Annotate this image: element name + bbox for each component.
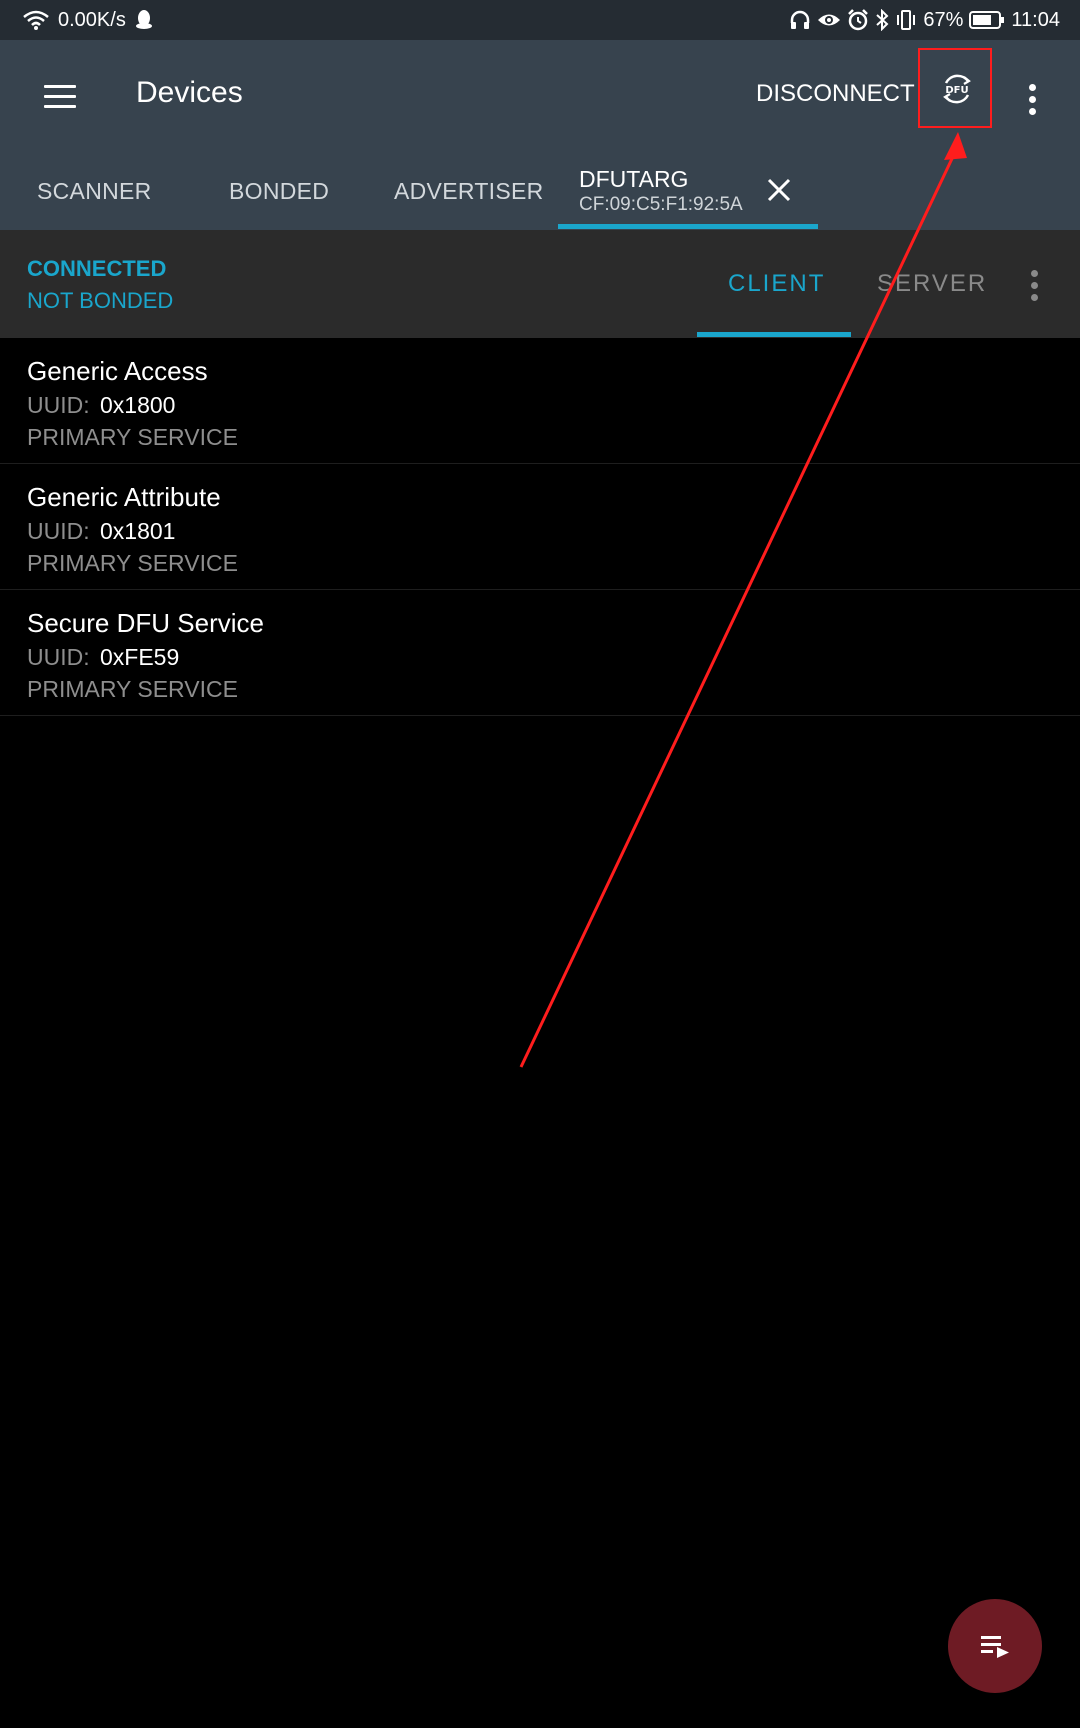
status-bar: 0.00K/s 67% 11:04 <box>0 0 1080 40</box>
service-name: Generic Attribute <box>27 482 221 512</box>
headphones-icon <box>789 9 811 31</box>
tab-bonded[interactable]: BONDED <box>229 152 329 230</box>
alarm-icon <box>847 9 869 31</box>
service-type: PRIMARY SERVICE <box>27 550 238 576</box>
list-item[interactable]: Generic Access UUID: 0x1800 PRIMARY SERV… <box>0 338 1080 464</box>
uuid-label: UUID: <box>27 392 90 418</box>
bluetooth-icon <box>875 9 889 31</box>
battery-percent: 67% <box>923 8 964 31</box>
close-icon[interactable] <box>764 175 794 205</box>
dot <box>1031 294 1038 301</box>
uuid-label: UUID: <box>27 644 90 670</box>
qq-icon <box>134 9 154 31</box>
menu-button[interactable] <box>36 72 84 120</box>
disconnect-button[interactable]: DISCONNECT <box>756 80 915 108</box>
dot <box>1029 108 1036 115</box>
tab-indicator <box>558 224 818 229</box>
menu-icon-line <box>44 104 76 108</box>
battery-icon <box>969 10 1005 30</box>
service-type: PRIMARY SERVICE <box>27 676 238 702</box>
tab-server[interactable]: SERVER <box>877 230 987 338</box>
device-name: DFUTARG <box>579 166 689 192</box>
menu-icon-line <box>44 94 76 98</box>
connection-status: CONNECTED <box>27 256 167 281</box>
dot <box>1029 84 1036 91</box>
dfu-icon-text: DFU <box>945 85 968 96</box>
dot <box>1029 96 1036 103</box>
page-title: Devices <box>136 76 243 109</box>
uuid-value: 0x1801 <box>100 518 176 544</box>
bond-status: NOT BONDED <box>27 288 174 313</box>
uuid-label: UUID: <box>27 518 90 544</box>
status-right: 67% 11:04 <box>789 0 1060 40</box>
service-name: Generic Access <box>27 356 208 386</box>
tab-strip: SCANNER BONDED ADVERTISER DFUTARG CF:09:… <box>0 152 1080 230</box>
uuid-value: 0xFE59 <box>100 644 180 670</box>
dot <box>1031 270 1038 277</box>
status-left: 0.00K/s <box>22 0 154 40</box>
wifi-icon <box>22 9 50 31</box>
list-item[interactable]: Secure DFU Service UUID: 0xFE59 PRIMARY … <box>0 590 1080 716</box>
app-overflow-button[interactable] <box>1020 80 1044 120</box>
connection-bar: CONNECTED NOT BONDED CLIENT SERVER <box>0 230 1080 338</box>
device-mac: CF:09:C5:F1:92:5A <box>579 194 743 215</box>
service-list: Generic Access UUID: 0x1800 PRIMARY SERV… <box>0 338 1080 716</box>
tab-scanner[interactable]: SCANNER <box>37 152 152 230</box>
dot <box>1031 282 1038 289</box>
uuid-value: 0x1800 <box>100 392 176 418</box>
service-type: PRIMARY SERVICE <box>27 424 238 450</box>
clock: 11:04 <box>1011 8 1060 31</box>
tab-advertiser[interactable]: ADVERTISER <box>394 152 544 230</box>
subtab-indicator <box>697 332 851 337</box>
network-speed: 0.00K/s <box>58 8 126 31</box>
list-item[interactable]: Generic Attribute UUID: 0x1801 PRIMARY S… <box>0 464 1080 590</box>
tab-client[interactable]: CLIENT <box>728 230 825 338</box>
tab-device[interactable]: DFUTARG CF:09:C5:F1:92:5A <box>558 152 818 230</box>
menu-icon-line <box>44 84 76 88</box>
dfu-button[interactable]: DFU <box>918 48 992 128</box>
connection-overflow-button[interactable] <box>1027 266 1043 306</box>
log-fab-button[interactable] <box>948 1599 1042 1693</box>
app-bar: Devices DISCONNECT DFU <box>0 40 1080 152</box>
eye-icon <box>817 10 841 30</box>
vibrate-icon <box>895 9 917 31</box>
service-name: Secure DFU Service <box>27 608 264 638</box>
